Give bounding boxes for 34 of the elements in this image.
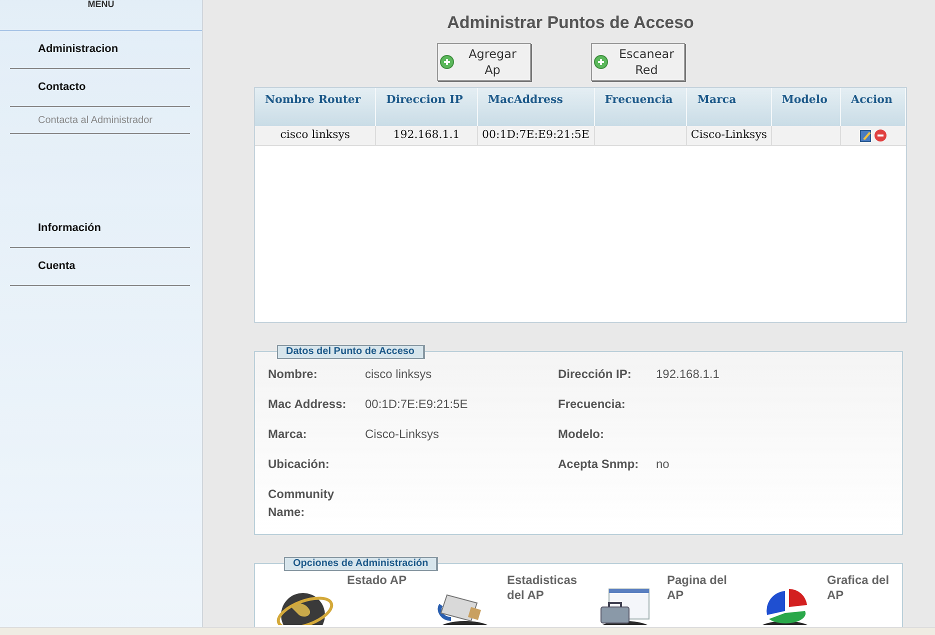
sidebar-item[interactable]: Contacto bbox=[38, 79, 86, 96]
field-label: Dirección IP: bbox=[558, 366, 632, 382]
sidebar-item[interactable]: Administracion bbox=[38, 41, 118, 58]
field-label: Frecuencia: bbox=[558, 396, 626, 412]
table-cell: cisco linksys bbox=[255, 126, 376, 146]
field-label: Acepta Snmp: bbox=[558, 456, 640, 472]
edit-icon[interactable] bbox=[860, 128, 872, 142]
panel-legend: Datos del Punto de Acceso bbox=[277, 344, 425, 358]
admin-option[interactable]: Grafica del AP bbox=[755, 570, 895, 624]
sidebar-item[interactable]: Cuenta bbox=[38, 258, 76, 275]
field-label: Nombre: bbox=[268, 366, 318, 382]
table-cell: 00:1D:7E:E9:21:5E bbox=[477, 126, 594, 146]
sidebar-item[interactable]: Información bbox=[38, 220, 101, 237]
delete-icon[interactable] bbox=[874, 128, 887, 142]
add-icon bbox=[440, 54, 454, 68]
action-button[interactable]: Escanear Red bbox=[590, 42, 684, 80]
panel-legend: Opciones de Administración bbox=[284, 558, 438, 570]
add-icon bbox=[594, 54, 608, 68]
action-button[interactable]: Agregar Ap bbox=[436, 42, 530, 80]
menu-title: MENU bbox=[88, 0, 114, 9]
table-cell: 192.168.1.1 bbox=[376, 126, 478, 146]
field-label: Ubicación: bbox=[268, 456, 330, 472]
table-cell: Cisco-Linksys bbox=[686, 126, 772, 146]
field-value: no bbox=[656, 456, 670, 472]
field-value: cisco linksys bbox=[365, 366, 432, 382]
field-label: Modelo: bbox=[558, 426, 605, 442]
admin-option[interactable]: Estadisticas del AP bbox=[435, 570, 575, 624]
field-label: Marca: bbox=[268, 426, 308, 442]
field-value: 00:1D:7E:E9:21:5E bbox=[365, 396, 468, 412]
field-label: Mac Address: bbox=[268, 396, 348, 412]
field-value: 192.168.1.1 bbox=[656, 366, 720, 382]
field-label: Community Name: bbox=[268, 486, 335, 520]
page-title: Administrar Puntos de Acceso bbox=[446, 12, 695, 34]
field-value: Cisco-Linksys bbox=[365, 426, 440, 442]
